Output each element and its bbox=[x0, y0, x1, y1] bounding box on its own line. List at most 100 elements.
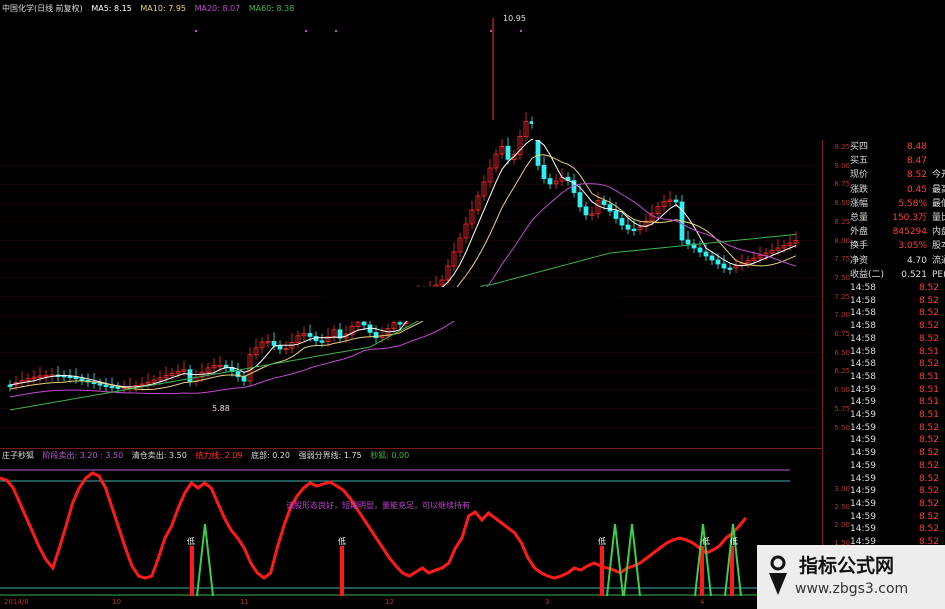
trade-time: 14:58 bbox=[850, 359, 876, 370]
trade-time: 14:59 bbox=[850, 410, 876, 420]
signal-bar bbox=[340, 546, 344, 596]
marker-low-4: 低 bbox=[702, 537, 710, 546]
trade-price: 8.52 bbox=[918, 473, 939, 484]
quote-row: 换手 3.05% 股本 bbox=[850, 239, 945, 253]
trade-price: 8.51 bbox=[918, 384, 939, 395]
quote-label: 换手 bbox=[850, 241, 869, 252]
trade-price: 8.51 bbox=[918, 410, 939, 420]
date-tick: 3 bbox=[545, 598, 550, 606]
trade-time: 14:58 bbox=[850, 333, 876, 344]
quote-extra-label: 流通 bbox=[932, 255, 945, 266]
trade-row: 14:59 8.52 bbox=[850, 434, 945, 446]
candle-body bbox=[631, 228, 637, 232]
trade-row: 14:58 8.51 bbox=[850, 346, 945, 358]
quote-label: 总量 bbox=[850, 213, 869, 223]
trade-row: 14:59 8.52 bbox=[850, 447, 945, 459]
stock-title: 中国化学(日线 前复权) bbox=[2, 4, 83, 13]
candle-body bbox=[397, 322, 403, 325]
quote-value: 8.47 bbox=[906, 156, 927, 167]
quote-extra-label: 量比 bbox=[932, 213, 945, 223]
candle-body bbox=[115, 386, 121, 389]
marker-low-5: 低 bbox=[730, 537, 738, 546]
candle-body bbox=[715, 259, 721, 265]
quote-value: 0.521 bbox=[901, 269, 927, 280]
oscillator-tick: 3.00 bbox=[834, 485, 850, 493]
trade-row: 14:58 8.52 bbox=[850, 282, 945, 294]
trade-row: 14:59 8.52 bbox=[850, 460, 945, 472]
ma20-label: MA20: 8.07 bbox=[194, 4, 241, 13]
candle-body bbox=[685, 239, 691, 245]
quote-extra-label: PE(动 bbox=[932, 269, 945, 280]
oscillator-chart bbox=[0, 469, 790, 597]
oscillator-tick: 2.00 bbox=[834, 521, 850, 529]
oscillator-legend: 庄子秒狐 阶段卖出: 3.20 : 3.50 清仓卖出: 3.50 结力线: 2… bbox=[2, 450, 415, 461]
candle-body bbox=[103, 384, 109, 387]
candle-body bbox=[307, 333, 313, 337]
ma5-line bbox=[9, 138, 797, 388]
trade-row: 14:59 8.52 bbox=[850, 498, 945, 510]
redaction-middle bbox=[322, 287, 622, 321]
signal-dot bbox=[335, 30, 337, 32]
date-tick: 12 bbox=[385, 598, 394, 606]
quote-label: 净资 bbox=[850, 255, 869, 266]
trade-time: 14:58 bbox=[850, 283, 876, 293]
trade-row: 14:58 8.52 bbox=[850, 295, 945, 307]
price-tick: 7.25 bbox=[834, 292, 850, 301]
quote-row: 现价 8.52 今开 bbox=[850, 168, 945, 182]
candle-body bbox=[601, 200, 607, 206]
trade-row: 14:58 8.52 bbox=[850, 333, 945, 345]
price-tick: 8.50 bbox=[834, 199, 850, 208]
quote-value: 150.3万 bbox=[892, 213, 927, 223]
quote-panel: 买四 8.48 买五 8.47 现价 8.52 今开涨跌 0.45 最高涨幅 5.58% 最低总量 1… bbox=[850, 0, 945, 609]
trade-row: 14:58 8.52 bbox=[850, 307, 945, 319]
trade-time: 14:58 bbox=[850, 371, 876, 382]
quote-label: 涨跌 bbox=[850, 184, 869, 195]
trade-time: 14:59 bbox=[850, 422, 876, 433]
trade-row: 14:59 8.52 bbox=[850, 511, 945, 523]
candle-body bbox=[727, 267, 733, 270]
osc-s6: 秒狐: 0.00 bbox=[370, 451, 410, 460]
trade-time: 14:58 bbox=[850, 308, 876, 319]
trade-time: 14:59 bbox=[850, 448, 876, 459]
quote-value: 3.05% bbox=[898, 241, 927, 252]
trade-time: 14:59 bbox=[850, 397, 876, 408]
price-tick: 6.50 bbox=[834, 348, 850, 357]
watermark-title: 指标公式网 bbox=[799, 555, 895, 577]
trade-row: 14:59 8.51 bbox=[850, 396, 945, 408]
trade-price: 8.52 bbox=[918, 308, 939, 319]
price-tick: 7.00 bbox=[834, 311, 850, 320]
signal-dot bbox=[490, 30, 492, 32]
watermark-url: www.zbgs3.com bbox=[795, 581, 909, 597]
trade-price: 8.52 bbox=[918, 511, 939, 522]
trade-row: 14:59 8.52 bbox=[850, 473, 945, 485]
quote-value: 8.52 bbox=[906, 170, 927, 181]
trade-time: 14:59 bbox=[850, 460, 876, 471]
quote-row: 总量 150.3万量比 bbox=[850, 211, 945, 225]
watermark: 指标公式网 www.zbgs3.com bbox=[757, 545, 945, 609]
quote-row: 收益(二) 0.521 PE(动 bbox=[850, 268, 945, 282]
low-price-label: 5.88 bbox=[212, 404, 230, 413]
marker-low-3: 低 bbox=[598, 537, 606, 546]
quote-value: 5.58% bbox=[898, 198, 927, 209]
ma10-line bbox=[9, 154, 797, 390]
trade-time: 14:59 bbox=[850, 524, 876, 535]
osc-title: 庄子秒狐 bbox=[2, 451, 34, 460]
trade-price: 8.51 bbox=[918, 371, 939, 382]
candle-body bbox=[697, 247, 703, 253]
price-tick: 9.25 bbox=[834, 143, 850, 151]
trade-time: 14:59 bbox=[850, 498, 876, 509]
trade-time: 14:59 bbox=[850, 384, 876, 395]
trade-time: 14:58 bbox=[850, 295, 876, 306]
candle-body bbox=[97, 383, 103, 386]
trade-price: 8.52 bbox=[918, 295, 939, 306]
trade-price: 8.52 bbox=[918, 460, 939, 471]
osc-s4: 底部: 0.20 bbox=[250, 451, 291, 460]
price-tick: 8.25 bbox=[834, 217, 850, 226]
candle-body bbox=[79, 378, 85, 381]
candle-body bbox=[505, 145, 511, 160]
date-tick: 4 bbox=[700, 598, 705, 606]
trade-price: 8.52 bbox=[918, 486, 939, 497]
signal-dot bbox=[195, 30, 197, 32]
candle-body bbox=[625, 224, 631, 230]
osc-s5: 强弱分界线: 1.75 bbox=[298, 451, 362, 460]
